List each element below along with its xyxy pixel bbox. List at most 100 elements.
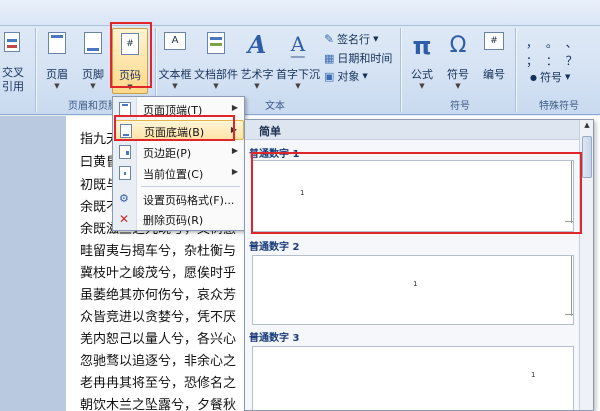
plain-number-1-highlight-box <box>251 152 582 234</box>
text-group-label: 文本 <box>265 101 285 112</box>
submenu-arrow-icon: ▶ <box>231 167 238 176</box>
page-number-preview: 1 <box>413 280 418 288</box>
chevron-down-icon: ▼ <box>362 72 368 80</box>
date-time-button[interactable]: ▦ 日期和时间 <box>324 49 392 67</box>
signature-icon: ✎ <box>324 32 335 46</box>
wordart-button[interactable]: A 艺术字 ▼ <box>240 28 274 94</box>
ribbon-tab-strip <box>0 0 600 26</box>
document-line: 众皆竞进以贪婪兮，凭不厌 <box>80 310 237 325</box>
symbol-button[interactable]: Ω 符号 ▼ <box>441 28 475 94</box>
chevron-down-icon: ▼ <box>564 73 571 81</box>
document-line: 忽驰骛以追逐兮，非余心之 <box>80 354 237 369</box>
numbering-button[interactable]: # 编号 <box>478 28 510 94</box>
document-line: 羌内恕己以量人兮，各兴心 <box>80 332 237 347</box>
textbox-button[interactable]: A 文本框 ▼ <box>158 28 192 94</box>
gallery-item-title: 普通数字 3 <box>249 333 300 344</box>
special-symbol-button[interactable]: ● 符号 ▼ <box>530 68 570 86</box>
gallery-item-plain-number-3[interactable]: 1 <box>252 346 574 410</box>
drop-cap-button[interactable]: A 首字下沉 ▼ <box>276 28 320 94</box>
menu-item-page-margins[interactable]: 页边距(P) ▶ <box>114 142 244 162</box>
footer-icon <box>84 32 102 54</box>
wordart-label: 艺术字 <box>240 68 274 81</box>
menu-item-label: 页边距(P) <box>143 147 192 160</box>
symbols-group-label: 符号 <box>450 101 470 112</box>
submenu-arrow-icon: ▶ <box>231 103 238 112</box>
document-line: 冀枝叶之峻茂兮，愿俟时乎 <box>80 266 237 281</box>
gallery-item-plain-number-2[interactable]: 1 <box>252 255 574 325</box>
drop-cap-icon: A <box>290 32 306 58</box>
current-position-icon <box>119 166 133 180</box>
special-symbols-group-label: 特殊符号 <box>539 101 579 112</box>
footer-button[interactable]: 页脚 ▼ <box>78 28 108 94</box>
group-separator <box>515 28 516 112</box>
object-label: 对象 <box>337 70 360 83</box>
submenu-arrow-icon: ▶ <box>231 146 238 155</box>
cross-reference-icon <box>4 32 20 52</box>
group-separator <box>35 28 36 112</box>
header-icon <box>48 32 66 54</box>
numbering-icon: # <box>484 32 504 50</box>
equation-label: 公式 <box>411 68 433 81</box>
equation-button[interactable]: π 公式 ▼ <box>405 28 439 94</box>
dot-icon: ● <box>530 72 537 82</box>
delete-icon: ✕ <box>119 212 130 226</box>
quick-parts-icon <box>207 32 225 54</box>
menu-item-remove-page-numbers[interactable]: ✕ 删除页码(R) <box>114 209 244 229</box>
special-symbols-row-1: ， 。 、 <box>526 36 580 50</box>
special-symbols-grid[interactable]: ， 。 、 ； ： ？ <box>526 34 592 70</box>
gallery-section-header: 简单 <box>245 120 581 140</box>
gallery-item-title: 普通数字 2 <box>249 242 300 253</box>
quick-parts-button[interactable]: 文档部件 ▼ <box>194 28 238 94</box>
scroll-up-icon[interactable]: ▲ <box>581 121 593 133</box>
object-icon: ▣ <box>324 69 335 83</box>
textbox-icon: A <box>164 32 186 50</box>
chevron-down-icon: ▼ <box>54 82 60 90</box>
menu-item-label: 删除页码(R) <box>143 214 204 227</box>
chevron-down-icon: ▼ <box>373 35 379 43</box>
date-time-label: 日期和时间 <box>337 52 393 65</box>
page-edge <box>565 314 573 315</box>
chevron-down-icon: ▼ <box>254 82 260 90</box>
menu-separator <box>141 186 240 187</box>
page-edge <box>571 256 572 316</box>
chevron-down-icon: ▼ <box>419 82 425 90</box>
wordart-icon: A <box>247 30 267 59</box>
cross-reference-button[interactable]: 交叉 引用 <box>0 28 28 94</box>
cross-reference-label-2: 引用 <box>2 80 24 93</box>
header-button[interactable]: 页眉 ▼ <box>42 28 72 94</box>
symbol-label: 符号 <box>447 68 469 81</box>
ribbon: 交叉 引用 页眉 ▼ 页脚 ▼ # 页码 ▼ 页眉和页脚 A 文本框 ▼ 文档部… <box>0 0 600 115</box>
pi-icon: π <box>412 32 432 60</box>
header-label: 页眉 <box>46 68 68 81</box>
object-button[interactable]: ▣ 对象 ▼ <box>324 67 368 85</box>
scrollbar-thumb[interactable] <box>582 136 592 178</box>
menu-item-label: 设置页码格式(F)... <box>143 194 235 207</box>
numbering-label: 编号 <box>483 68 505 81</box>
special-symbol-label: 符号 <box>539 71 562 84</box>
page-number-highlight-box <box>110 22 152 88</box>
menu-item-current-position[interactable]: 当前位置(C) ▶ <box>114 163 244 183</box>
signature-label: 签名行 <box>337 33 371 46</box>
chevron-down-icon: ▼ <box>213 82 219 90</box>
calendar-icon: ▦ <box>324 51 335 65</box>
group-separator <box>400 28 401 112</box>
chevron-down-icon: ▼ <box>90 82 96 90</box>
chevron-down-icon: ▼ <box>295 82 301 90</box>
textbox-label: 文本框 <box>158 68 192 81</box>
document-line: 老冉冉其将至兮，恐修名之 <box>80 376 237 391</box>
signature-line-button[interactable]: ✎ 签名行 ▼ <box>324 30 378 48</box>
document-line: 朝饮木兰之坠露兮，夕餐秋 <box>80 398 237 411</box>
menu-item-format-page-numbers[interactable]: ⚙ 设置页码格式(F)... <box>114 189 244 209</box>
menu-item-label: 当前位置(C) <box>143 168 204 181</box>
document-line: 畦留夷与揭车兮，杂杜衡与 <box>80 244 237 259</box>
footer-label: 页脚 <box>82 68 104 81</box>
page-margin-icon <box>119 145 133 159</box>
gallery-header-label: 简单 <box>259 125 281 138</box>
page-number-preview: 1 <box>531 371 536 379</box>
chevron-down-icon: ▼ <box>172 82 178 90</box>
document-left-margin <box>0 116 66 411</box>
document-line: 虽萎绝其亦何伤兮，哀众芳 <box>80 288 237 303</box>
format-page-number-icon: ⚙ <box>119 192 129 205</box>
quick-parts-label: 文档部件 <box>194 68 238 81</box>
chevron-down-icon: ▼ <box>455 82 461 90</box>
